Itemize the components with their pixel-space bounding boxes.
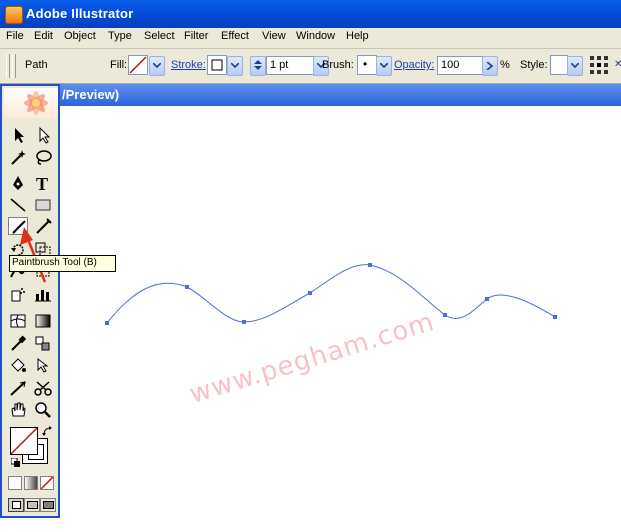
tooltip: Paintbrush Tool (B) [9, 255, 116, 272]
red-arrowhead-icon [20, 227, 33, 245]
tooltip-text: Paintbrush Tool (B) [12, 257, 97, 268]
